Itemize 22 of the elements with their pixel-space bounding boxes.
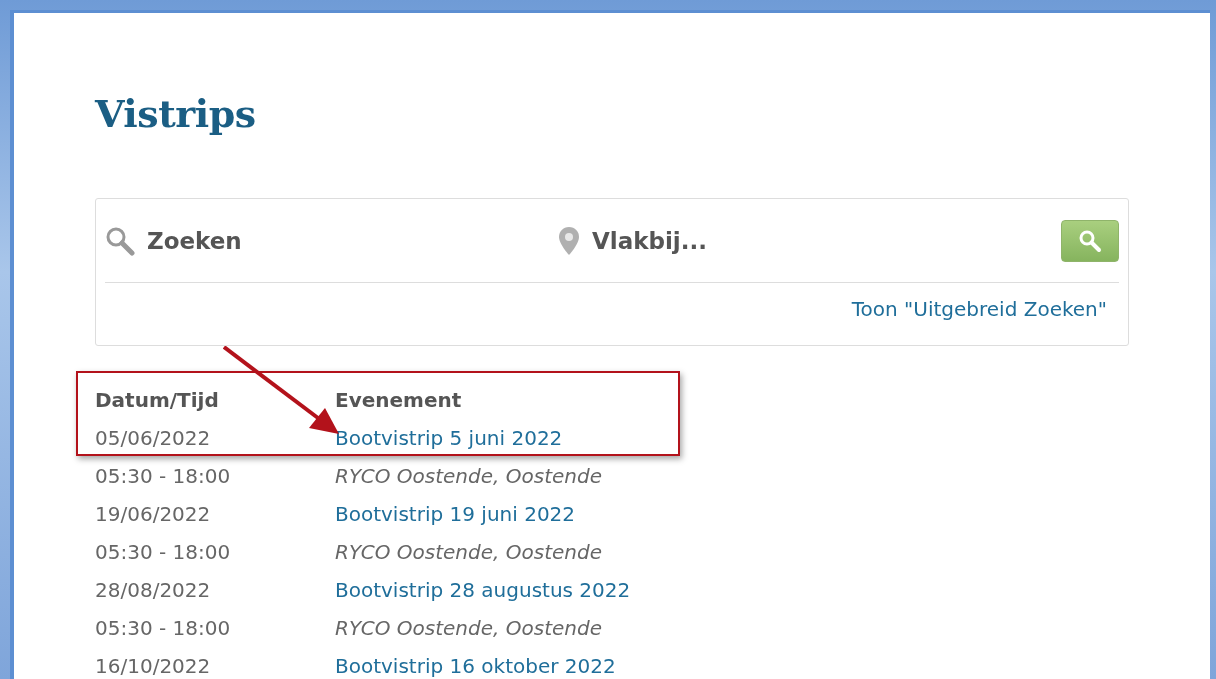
page-title: Vistrips xyxy=(95,90,257,133)
advanced-search-link[interactable]: Toon "Uitgebreid Zoeken" xyxy=(851,297,1107,321)
event-time: 05:30 - 18:00 xyxy=(95,464,231,488)
event-location: RYCO Oostende, Oostende xyxy=(335,616,602,640)
event-time: 05:30 - 18:00 xyxy=(95,616,231,640)
event-link[interactable]: Bootvistrip 5 juni 2022 xyxy=(335,426,563,450)
event-link[interactable]: Bootvistrip 28 augustus 2022 xyxy=(335,578,631,602)
event-date: 16/10/2022 xyxy=(95,654,211,678)
event-date: 28/08/2022 xyxy=(95,578,211,602)
event-link[interactable]: Bootvistrip 19 juni 2022 xyxy=(335,502,576,526)
column-header: Evenement xyxy=(335,388,462,412)
search-icon xyxy=(1078,228,1102,253)
event-location: RYCO Oostende, Oostende xyxy=(335,540,602,564)
map-pin-icon xyxy=(558,225,580,256)
event-link[interactable]: Bootvistrip 16 oktober 2022 xyxy=(335,654,616,678)
event-date: 05/06/2022 xyxy=(95,426,211,450)
event-date: 19/06/2022 xyxy=(95,502,211,526)
search-button[interactable] xyxy=(1061,219,1119,262)
search-icon xyxy=(105,225,135,256)
event-location: RYCO Oostende, Oostende xyxy=(335,464,602,488)
event-time: 05:30 - 18:00 xyxy=(95,540,231,564)
column-header: Datum/Tijd xyxy=(95,388,219,412)
